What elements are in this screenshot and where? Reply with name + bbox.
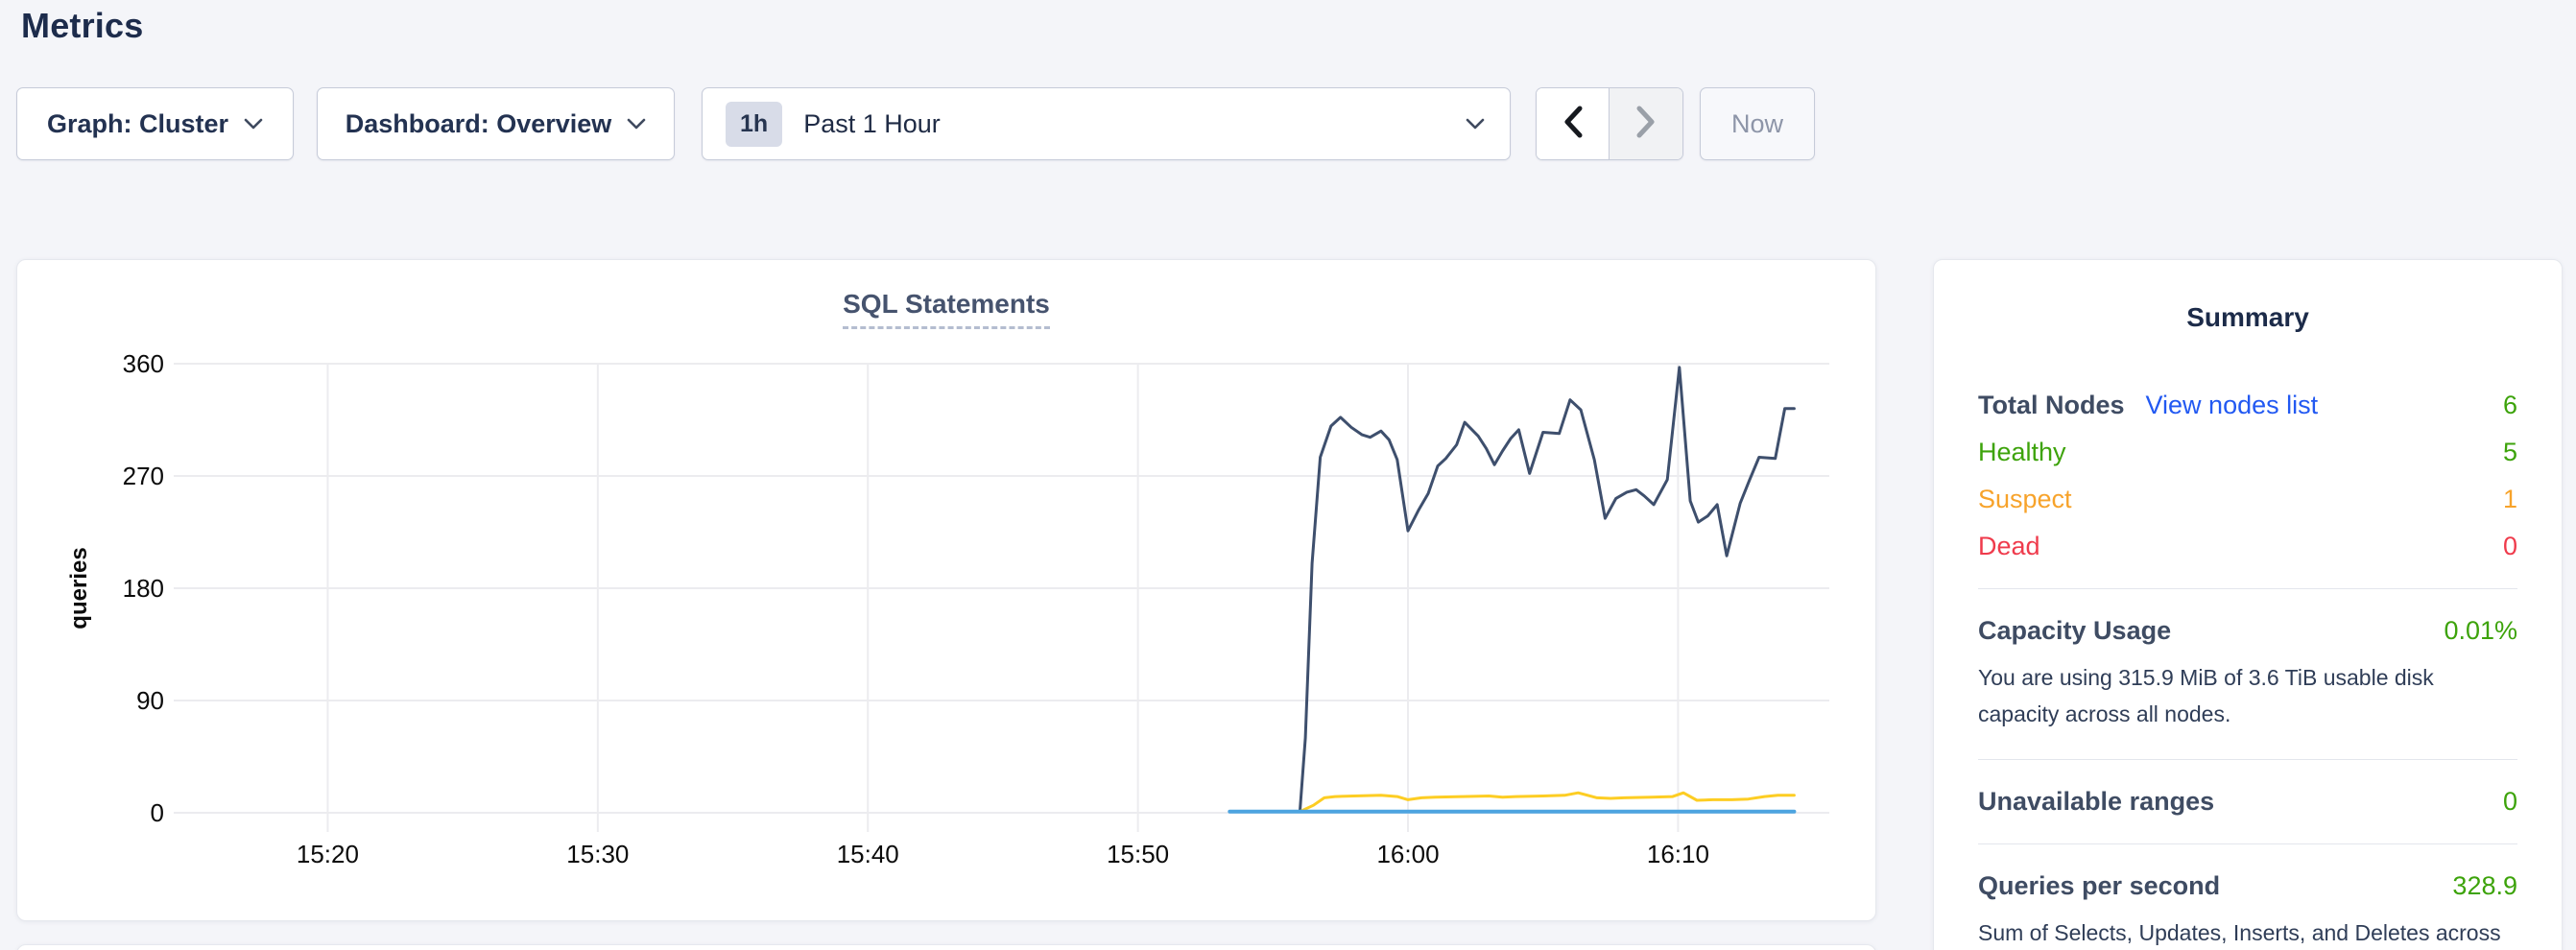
svg-text:15:20: 15:20	[297, 840, 359, 868]
healthy-nodes-label: Healthy	[1978, 438, 2066, 467]
total-nodes-label: Total Nodes	[1978, 391, 2125, 420]
yellow-series	[1300, 793, 1795, 812]
svg-text:15:40: 15:40	[837, 840, 899, 868]
next-chart-panel	[16, 944, 1876, 950]
divider	[1978, 588, 2517, 589]
unavailable-ranges-value: 0	[2503, 787, 2517, 817]
dashboard-dropdown-label: Dashboard: Overview	[346, 109, 612, 139]
chevron-down-icon	[1466, 118, 1485, 130]
queries-per-second-caption: Sum of Selects, Updates, Inserts, and De…	[1978, 914, 2517, 950]
chevron-left-icon	[1562, 106, 1584, 143]
svg-text:180: 180	[123, 574, 164, 603]
divider	[1978, 843, 2517, 844]
dead-nodes-value: 0	[2503, 532, 2517, 561]
svg-text:16:10: 16:10	[1647, 840, 1709, 868]
sql-statements-line-chart[interactable]: 0 90 180 270 360 15:20 15:30 15:40 15:50 16:00 16:…	[17, 260, 1877, 922]
summary-title: Summary	[1978, 302, 2517, 333]
svg-text:0: 0	[151, 798, 164, 827]
capacity-usage-value: 0.01%	[2444, 616, 2517, 646]
capacity-usage-caption: You are using 315.9 MiB of 3.6 TiB usabl…	[1978, 659, 2517, 732]
view-nodes-list-link[interactable]: View nodes list	[2146, 391, 2319, 420]
suspect-nodes-value: 1	[2503, 485, 2517, 514]
time-step-button-group	[1536, 87, 1683, 160]
svg-text:90: 90	[136, 686, 164, 715]
queries-per-second-value: 328.9	[2452, 871, 2517, 901]
svg-text:15:50: 15:50	[1107, 840, 1169, 868]
svg-text:queries: queries	[66, 547, 92, 629]
graph-dropdown-label: Graph: Cluster	[47, 109, 228, 139]
divider	[1978, 759, 2517, 760]
graph-dropdown[interactable]: Graph: Cluster	[16, 87, 294, 160]
svg-text:360: 360	[123, 349, 164, 378]
suspect-nodes-label: Suspect	[1978, 485, 2072, 514]
queries-per-second-label: Queries per second	[1978, 871, 2220, 901]
chevron-down-icon	[627, 118, 646, 130]
dead-nodes-label: Dead	[1978, 532, 2040, 561]
chevron-down-icon	[244, 118, 263, 130]
dashboard-dropdown[interactable]: Dashboard: Overview	[317, 87, 675, 160]
capacity-usage-label: Capacity Usage	[1978, 616, 2171, 646]
unavailable-ranges-label: Unavailable ranges	[1978, 787, 2214, 817]
time-range-label: Past 1 Hour	[803, 109, 941, 139]
chevron-right-icon	[1635, 106, 1657, 143]
sql-statements-chart-panel: SQL Statements 09018027036015:2015:3015:…	[16, 259, 1876, 921]
page-title: Metrics	[21, 6, 143, 46]
svg-text:270: 270	[123, 462, 164, 490]
next-time-button[interactable]	[1610, 88, 1682, 159]
now-button[interactable]: Now	[1700, 87, 1815, 160]
time-range-badge: 1h	[726, 102, 782, 147]
summary-panel: Summary Total Nodes View nodes list 6 He…	[1933, 259, 2563, 950]
previous-time-button[interactable]	[1537, 88, 1610, 159]
healthy-nodes-value: 5	[2503, 438, 2517, 467]
time-range-dropdown[interactable]: 1h Past 1 Hour	[702, 87, 1511, 160]
svg-text:15:30: 15:30	[566, 840, 629, 868]
total-nodes-value: 6	[2503, 391, 2517, 420]
svg-text:16:00: 16:00	[1376, 840, 1439, 868]
